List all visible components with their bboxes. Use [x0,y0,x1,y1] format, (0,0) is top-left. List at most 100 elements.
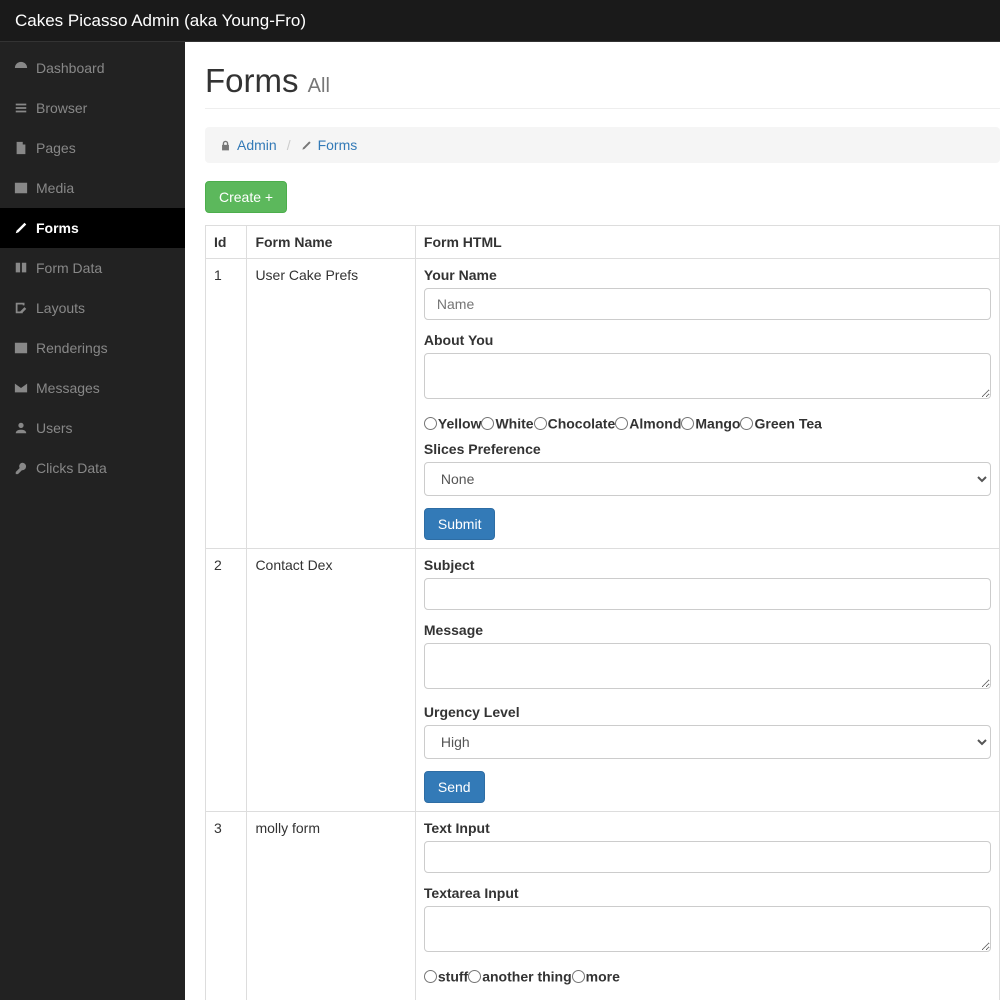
urgency-select[interactable]: High [424,725,991,759]
cell-id: 2 [206,549,247,812]
cake-flavor-radio-green-tea[interactable] [740,417,753,430]
cake-flavor-radio-almond[interactable] [615,417,628,430]
textarea-input[interactable] [424,906,991,952]
sidebar-item-label: Form Data [36,260,102,276]
sidebar-item-messages[interactable]: Messages [0,368,185,408]
sidebar-item-browser[interactable]: Browser [0,88,185,128]
sidebar-item-label: Users [36,420,73,436]
text-input[interactable] [424,841,991,873]
cake-flavor-radio-chocolate[interactable] [534,417,547,430]
message-textarea[interactable] [424,643,991,689]
pencil-icon [301,140,312,151]
envelope-icon [14,381,28,395]
key-icon [14,461,28,475]
cell-id: 1 [206,259,247,549]
molly-option-radio-stuff[interactable] [424,970,437,983]
molly-option-label-stuff: stuff [438,969,468,985]
lock-icon [220,140,231,151]
sidebar-item-clicks-data[interactable]: Clicks Data [0,448,185,488]
book-icon [14,261,28,275]
sidebar-item-label: Dashboard [36,60,105,76]
text-input-label: Text Input [424,820,991,836]
page-title-main: Forms [205,62,299,99]
col-html: Form HTML [415,226,999,259]
sidebar-item-users[interactable]: Users [0,408,185,448]
breadcrumb: Admin / Forms [205,127,1000,163]
cake-flavor-label-mango: Mango [695,415,740,431]
cell-name: molly form [247,812,415,1000]
about-you-label: About You [424,332,991,348]
sidebar-item-label: Forms [36,220,79,236]
cake-flavor-label-almond: Almond [629,415,681,431]
molly-option-label-another-thing: another thing [482,969,571,985]
molly-radios: stuff another thing more [424,967,991,984]
about-you-textarea[interactable] [424,353,991,399]
breadcrumb-admin-link[interactable]: Admin [237,137,277,153]
sidebar-item-forms[interactable]: Forms [0,208,185,248]
cell-name: Contact Dex [247,549,415,812]
sidebar-item-layouts[interactable]: Layouts [0,288,185,328]
image-icon [14,341,28,355]
image-icon [14,181,28,195]
molly-option-radio-more[interactable] [572,970,585,983]
page-title-sub: All [308,75,330,97]
send-button[interactable]: Send [424,771,485,803]
sidebar-item-form-data[interactable]: Form Data [0,248,185,288]
dashboard-icon [14,61,28,75]
sidebar-item-label: Messages [36,380,100,396]
page-title: Forms All [205,62,1000,100]
list-icon [14,101,28,115]
sidebar: Dashboard Browser Pages Media Forms Form Data… [0,42,185,1000]
cake-flavor-label-green-tea: Green Tea [754,415,821,431]
cell-id: 3 [206,812,247,1000]
table-row: 1 User Cake Prefs Your Name About You Ye… [206,259,1000,549]
slices-label: Slices Preference [424,441,991,457]
cake-flavor-radio-white[interactable] [481,417,494,430]
forms-table: Id Form Name Form HTML 1 User Cake Prefs… [205,225,1000,1000]
file-icon [14,141,28,155]
sidebar-item-renderings[interactable]: Renderings [0,328,185,368]
subject-label: Subject [424,557,991,573]
app-title: Cakes Picasso Admin (aka Young-Fro) [15,11,306,30]
sidebar-item-media[interactable]: Media [0,168,185,208]
table-row: 2 Contact Dex Subject Message Urgency Le… [206,549,1000,812]
cell-name: User Cake Prefs [247,259,415,549]
urgency-label: Urgency Level [424,704,991,720]
main-content: Forms All Admin / Forms Create + Id Form… [185,42,1000,1000]
cell-html: Subject Message Urgency Level High [415,549,999,812]
title-divider [205,108,1000,109]
sidebar-item-label: Pages [36,140,76,156]
molly-option-label-more: more [586,969,620,985]
message-label: Message [424,622,991,638]
your-name-input[interactable] [424,288,991,320]
breadcrumb-forms-link[interactable]: Forms [318,137,358,153]
your-name-label: Your Name [424,267,991,283]
cake-flavor-radio-mango[interactable] [681,417,694,430]
cake-flavor-radio-yellow[interactable] [424,417,437,430]
cake-flavor-label-yellow: Yellow [438,415,482,431]
sidebar-item-dashboard[interactable]: Dashboard [0,48,185,88]
col-name: Form Name [247,226,415,259]
sidebar-item-label: Clicks Data [36,460,107,476]
sidebar-item-label: Media [36,180,74,196]
sidebar-item-label: Browser [36,100,87,116]
user-icon [14,421,28,435]
subject-input[interactable] [424,578,991,610]
table-row: 3 molly form Text Input Textarea Input s… [206,812,1000,1000]
cell-html: Your Name About You Yellow White Chocolate… [415,259,999,549]
cake-flavor-label-chocolate: Chocolate [548,415,616,431]
breadcrumb-separator: / [287,137,291,153]
col-id: Id [206,226,247,259]
cake-flavor-radios: Yellow White Chocolate Almond Mango Green Tea [424,414,991,431]
submit-button[interactable]: Submit [424,508,496,540]
molly-option-radio-another-thing[interactable] [468,970,481,983]
pencil-icon [14,221,28,235]
slices-select[interactable]: None [424,462,991,496]
create-button[interactable]: Create + [205,181,287,213]
edit-icon [14,301,28,315]
sidebar-item-pages[interactable]: Pages [0,128,185,168]
cell-html: Text Input Textarea Input stuff another t… [415,812,999,1000]
sidebar-item-label: Renderings [36,340,108,356]
textarea-input-label: Textarea Input [424,885,991,901]
cake-flavor-label-white: White [495,415,533,431]
